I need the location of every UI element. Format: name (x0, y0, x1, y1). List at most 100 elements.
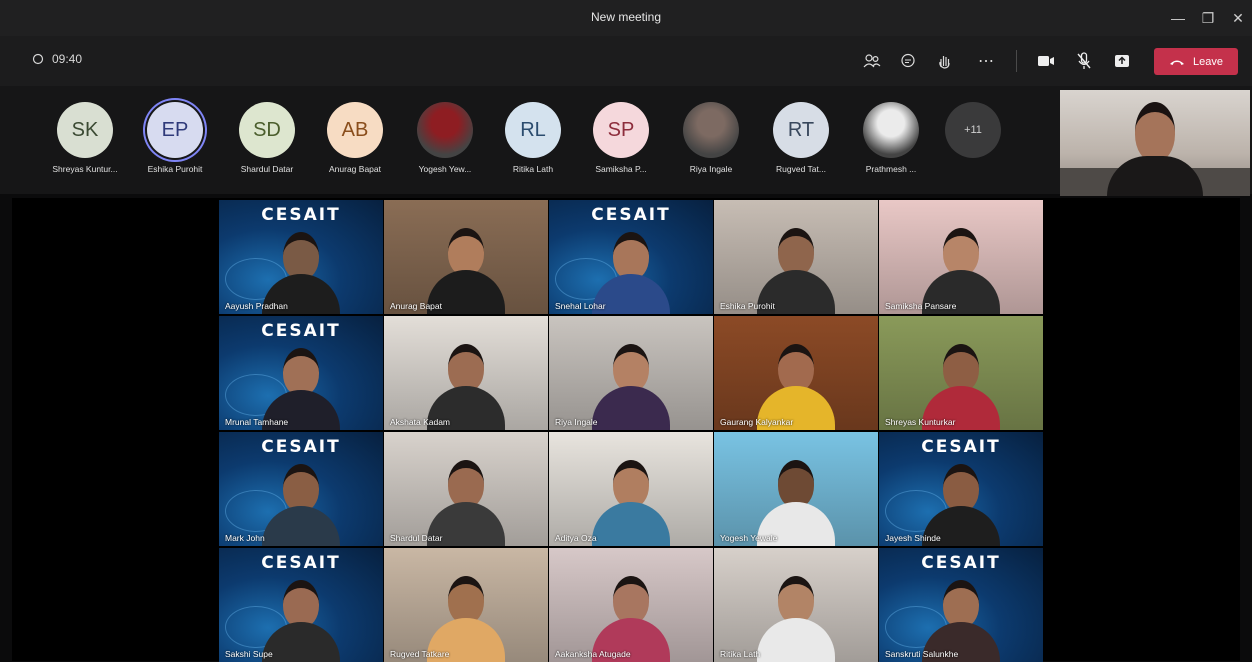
more-participants-badge: +11 (945, 102, 1001, 158)
maximize-icon[interactable]: ❐ (1192, 6, 1224, 30)
strip-participant[interactable]: +11 (928, 102, 1018, 158)
self-view-person (1107, 102, 1203, 196)
strip-participant[interactable]: SK Shreyas Kuntur... (40, 102, 130, 174)
strip-participant[interactable]: SP Samiksha P... (576, 102, 666, 174)
participant-video (757, 576, 835, 662)
participant-name-label: Rugved Tatkare (390, 649, 450, 659)
participant-name-label: Aayush Pradhan (225, 301, 288, 311)
participant-head (778, 576, 814, 624)
cesait-logo: CESAIT (921, 437, 1001, 457)
minimize-icon[interactable]: — (1162, 6, 1194, 30)
video-tile[interactable]: Eshika Purohit (714, 200, 878, 314)
video-tile[interactable]: CESAIT Mark John (219, 432, 383, 546)
participant-head (613, 344, 649, 392)
video-tile[interactable]: Shardul Datar (384, 432, 548, 546)
raise-hand-button[interactable] (930, 48, 958, 74)
strip-participant[interactable]: Yogesh Yew... (400, 102, 490, 174)
video-tile[interactable]: CESAIT Jayesh Shinde (879, 432, 1043, 546)
strip-participant[interactable]: AB Anurag Bapat (310, 102, 400, 174)
self-view-head (1135, 102, 1175, 162)
participant-avatar: AB (327, 102, 383, 158)
participant-head (613, 460, 649, 508)
participant-name-label: Snehal Lohar (555, 301, 606, 311)
meeting-toolbar: 09:40 ⋯ Leave (0, 36, 1252, 86)
strip-participant[interactable]: Riya Ingale (666, 102, 756, 174)
participant-avatar (417, 102, 473, 158)
video-tile[interactable]: Anurag Bapat (384, 200, 548, 314)
participant-name-label: Gaurang Kalyankar (720, 417, 794, 427)
video-tile[interactable]: Aditya Oza (549, 432, 713, 546)
participant-body (262, 506, 340, 546)
participant-name-label: Mark John (225, 533, 265, 543)
chat-button[interactable] (894, 48, 922, 74)
participant-name-label: Mrunal Tamhane (225, 417, 289, 427)
share-tray-icon (1115, 55, 1129, 67)
video-tile[interactable]: CESAIT Mrunal Tamhane (219, 316, 383, 430)
video-tile[interactable]: CESAIT Sanskruti Salunkhe (879, 548, 1043, 662)
meeting-timer: 09:40 (32, 52, 82, 66)
shield-icon (32, 53, 44, 65)
people-button[interactable] (858, 48, 886, 74)
participant-name-label: Aditya Oza (555, 533, 597, 543)
leave-button[interactable]: Leave (1154, 48, 1238, 75)
participant-head (283, 232, 319, 280)
participant-video (592, 460, 670, 546)
strip-participant[interactable]: SD Shardul Datar (222, 102, 312, 174)
participant-head (613, 232, 649, 280)
video-tile[interactable]: Samiksha Pansare (879, 200, 1043, 314)
video-tile[interactable]: CESAIT Sakshi Supe (219, 548, 383, 662)
video-tile[interactable]: Riya Ingale (549, 316, 713, 430)
participant-head (778, 228, 814, 276)
participant-name-label: Jayesh Shinde (885, 533, 941, 543)
video-tile[interactable]: Aakanksha Atugade (549, 548, 713, 662)
video-tile[interactable]: Rugved Tatkare (384, 548, 548, 662)
camera-button[interactable] (1032, 48, 1060, 74)
participant-name: Anurag Bapat (329, 164, 381, 174)
timer-text: 09:40 (52, 52, 83, 66)
title-bar: New meeting — ❐ ✕ (0, 0, 1252, 36)
more-button[interactable]: ⋯ (972, 48, 1000, 74)
video-tile[interactable]: CESAIT Aayush Pradhan (219, 200, 383, 314)
share-button[interactable] (1108, 48, 1136, 74)
strip-participant[interactable]: EP Eshika Purohit (130, 102, 220, 174)
participant-video (262, 464, 340, 546)
participant-name-label: Sanskruti Salunkhe (885, 649, 959, 659)
mic-button[interactable] (1070, 48, 1098, 74)
cesait-logo: CESAIT (261, 437, 341, 457)
video-tile[interactable]: Ritika Lath (714, 548, 878, 662)
participant-head (943, 580, 979, 628)
video-tile[interactable]: Shreyas Kunturkar (879, 316, 1043, 430)
raise-hand-icon (939, 56, 950, 69)
toolbar-divider (1016, 50, 1017, 72)
participant-name-label: Yogesh Yewale (720, 533, 778, 543)
strip-participant[interactable]: RT Rugved Tat... (756, 102, 846, 174)
strip-participant[interactable]: Prathmesh ... (846, 102, 936, 174)
close-icon[interactable]: ✕ (1222, 6, 1252, 30)
avatar-initials: AB (341, 118, 369, 141)
participant-head (778, 344, 814, 392)
cesait-logo: CESAIT (261, 553, 341, 573)
strip-participant[interactable]: RL Ritika Lath (488, 102, 578, 174)
more-icon: ⋯ (978, 53, 994, 70)
participant-name-label: Sakshi Supe (225, 649, 273, 659)
video-tile[interactable]: Gaurang Kalyankar (714, 316, 878, 430)
participant-avatar: RL (505, 102, 561, 158)
participant-avatar (683, 102, 739, 158)
chat-icon (901, 53, 915, 68)
cesait-logo: CESAIT (921, 553, 1001, 573)
video-tile[interactable]: Yogesh Yewale (714, 432, 878, 546)
video-tile[interactable]: Akshata Kadam (384, 316, 548, 430)
participant-avatar: SD (239, 102, 295, 158)
video-tile[interactable]: CESAIT Snehal Lohar (549, 200, 713, 314)
people-icon (863, 54, 881, 68)
avatar-initials: SD (253, 118, 281, 141)
participant-name: Prathmesh ... (865, 164, 917, 174)
participant-body (592, 502, 670, 546)
participant-body (592, 386, 670, 430)
avatar-initials: EP (161, 118, 189, 141)
avatar-initials: +11 (964, 124, 982, 136)
participant-head (778, 460, 814, 508)
participant-head (943, 464, 979, 512)
cesait-logo: CESAIT (591, 205, 671, 225)
participant-head (448, 344, 484, 392)
